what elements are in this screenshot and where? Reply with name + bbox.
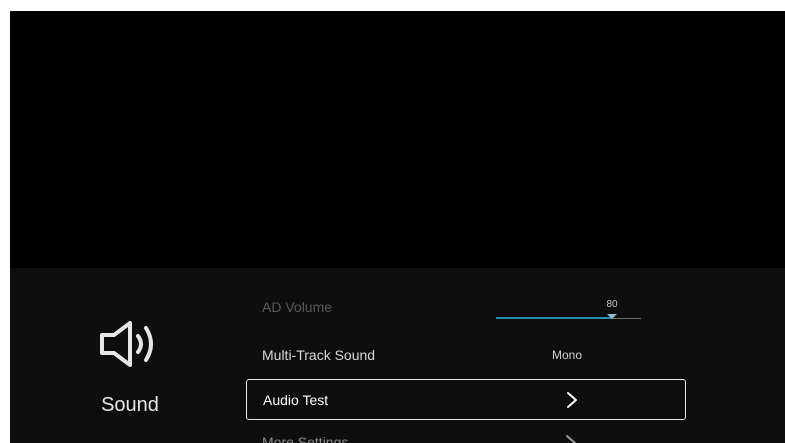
menu-item-more-settings[interactable]: More Settings: [246, 424, 686, 443]
settings-panel: Sound AD Volume 80 Multi-Track Sound Mon…: [10, 268, 785, 443]
chevron-right-icon: [567, 392, 577, 408]
sound-category: Sound: [80, 318, 180, 428]
video-preview-area: [10, 11, 785, 268]
menu-item-label: Audio Test: [263, 392, 329, 408]
category-label: Sound: [101, 394, 159, 416]
slider-value: 80: [606, 299, 618, 310]
ad-volume-slider[interactable]: 80: [496, 299, 641, 325]
slider-fill: [496, 317, 612, 319]
menu-item-audio-test[interactable]: Audio Test: [246, 379, 686, 420]
menu-item-label: AD Volume: [262, 299, 333, 315]
tv-screen: Sound AD Volume 80 Multi-Track Sound Mon…: [10, 11, 785, 443]
chevron-right-icon: [566, 435, 576, 443]
multi-track-value: Mono: [552, 348, 583, 362]
menu-item-label: More Settings: [262, 434, 349, 443]
speaker-icon: [100, 321, 153, 367]
menu-item-label: Multi-Track Sound: [262, 347, 376, 363]
slider-knob-icon[interactable]: [607, 314, 617, 319]
menu-item-multi-track-sound[interactable]: Multi-Track Sound Mono: [246, 337, 686, 375]
menu-item-ad-volume[interactable]: AD Volume 80: [246, 289, 686, 327]
